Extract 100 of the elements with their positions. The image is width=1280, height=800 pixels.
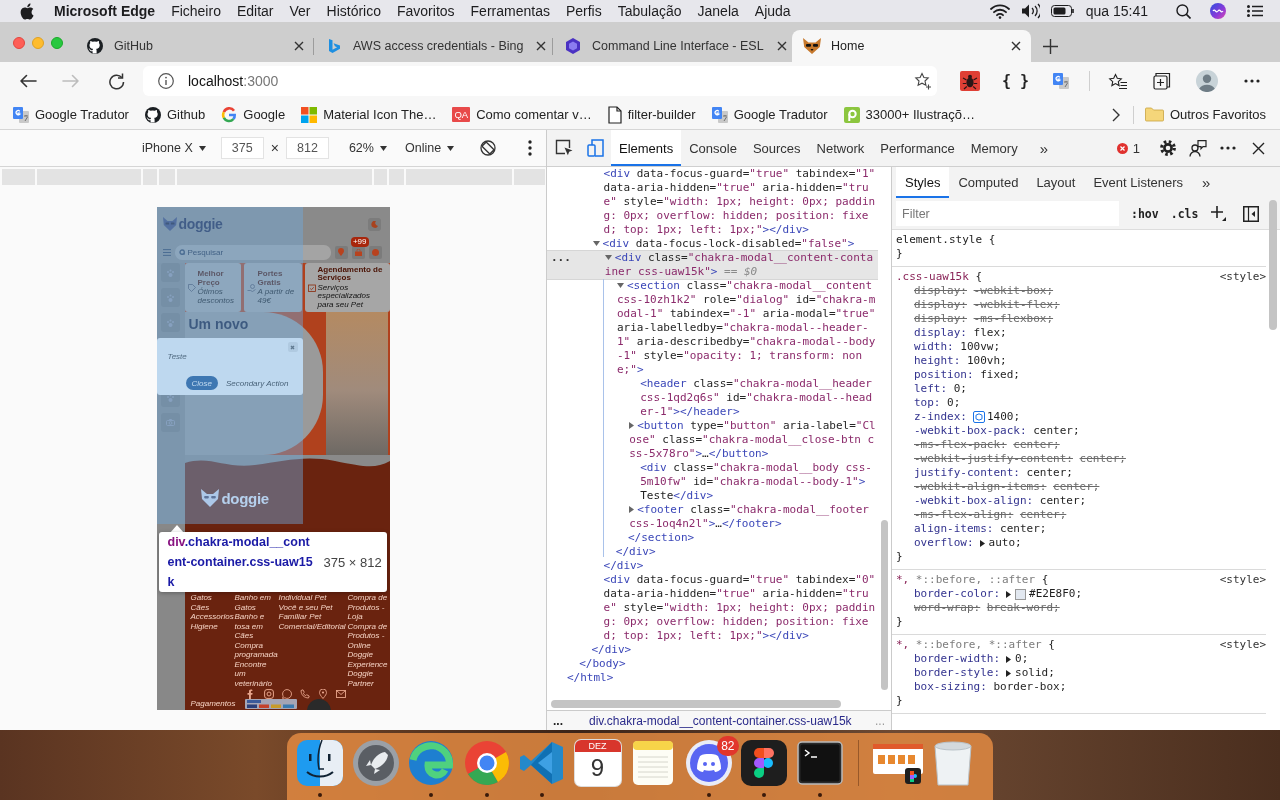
dom-closing-tag[interactable]: </div> xyxy=(547,643,878,657)
footer-link[interactable]: Banho em Gatos xyxy=(234,593,279,612)
bookmark-item[interactable]: QA Como comentar v… xyxy=(452,107,592,122)
footer-link[interactable]: Doggie Partner xyxy=(347,669,389,688)
css-declaration[interactable]: -webkit-box-pack: center; xyxy=(896,424,1266,438)
css-declaration[interactable]: width: 100vw; xyxy=(896,340,1266,354)
devtools-tab[interactable]: Network xyxy=(808,130,873,166)
more-options-button[interactable] xyxy=(525,137,535,159)
css-declaration[interactable]: position: fixed; xyxy=(896,368,1266,382)
devtools-tab[interactable]: Console xyxy=(681,130,745,166)
scrollbar-thumb[interactable] xyxy=(551,700,841,708)
rule-source-link[interactable]: <style> xyxy=(1219,573,1266,587)
calendar-icon[interactable]: DEZ 9 xyxy=(574,740,621,786)
info-icon[interactable] xyxy=(158,73,174,89)
bookmark-item[interactable]: Github xyxy=(144,106,206,123)
footer-link[interactable]: Doggie Experience xyxy=(347,650,389,669)
class-toggle-button[interactable]: .cls xyxy=(1170,206,1199,221)
bookmark-item[interactable]: Google Tradutor xyxy=(711,106,828,123)
css-declaration[interactable]: display: -ms-flexbox; xyxy=(896,312,1266,326)
mail-icon[interactable] xyxy=(335,689,346,699)
footer-link[interactable]: Cães xyxy=(190,602,235,612)
css-declaration[interactable]: border-width: 0; xyxy=(896,652,1266,666)
footer-link[interactable]: Higiene xyxy=(190,621,235,631)
footer-link[interactable]: Comercial/Editorial xyxy=(278,621,348,631)
footer-link[interactable]: Compra de Produtos - Online xyxy=(347,621,389,650)
css-declaration[interactable]: overflow: auto; xyxy=(896,536,1266,550)
dom-node[interactable]: <div data-focus-guard="true" tabindex="1" data-aria-hidden="true" aria-hidden="true" style="width: 1px; height: 0px; padding: 0px; overflow: hidden; position: fixed; top: 1px; left: 1px;"></div> xyxy=(547,167,878,237)
rocket-icon[interactable] xyxy=(352,740,399,786)
dom-closing-tag[interactable]: </html> xyxy=(547,671,878,685)
browser-tab[interactable]: AWS access credentials - Bing xyxy=(314,30,553,62)
footer-link[interactable]: Gatos xyxy=(190,593,235,603)
address-field[interactable]: localhost:3000 xyxy=(143,66,937,96)
dom-node[interactable]: <div class="chakra-modal__body css-5m10fw" id="chakra-modal--body-1"> Teste</div> xyxy=(547,461,878,503)
sidebar-tab[interactable]: Event Listeners xyxy=(1084,167,1193,198)
bookmark-folder[interactable]: Outros Favoritos xyxy=(1144,107,1266,122)
menu-item[interactable]: Tabulação xyxy=(617,3,682,19)
dom-node[interactable]: <div data-focus-guard="true" tabindex="0" data-aria-hidden="true" aria-hidden="true" style="width: 1px; height: 0px; padding: 0px; overflow: hidden; position: fixed; top: 1px; left: 1px;"></div> xyxy=(547,573,878,643)
trash-icon[interactable] xyxy=(932,740,974,786)
css-declaration[interactable]: -webkit-box-align: center; xyxy=(896,494,1266,508)
window-close-button[interactable] xyxy=(13,37,25,49)
modal-close-button[interactable] xyxy=(287,342,298,352)
footer-link[interactable]: Individual Pet xyxy=(278,593,348,603)
errors-button[interactable]: 1 xyxy=(1116,140,1140,156)
bookmark-item[interactable]: filter-builder xyxy=(607,105,696,124)
extension-button[interactable] xyxy=(958,69,982,93)
menu-item[interactable]: Favoritos xyxy=(397,3,455,19)
menu-item[interactable]: Perfis xyxy=(565,3,602,19)
devtools-tab[interactable]: Memory xyxy=(962,130,1026,166)
css-declaration[interactable]: border-style: solid; xyxy=(896,666,1266,680)
battery-icon[interactable] xyxy=(1050,5,1075,17)
list-icon[interactable] xyxy=(1247,5,1263,17)
sidebar-tab[interactable]: Layout xyxy=(1027,167,1085,198)
wifi-icon[interactable] xyxy=(989,3,1010,19)
dom-node[interactable]: <button type="button" aria-label="Close" class="chakra-modal__close-btn css-5x78ro">…</button> xyxy=(547,419,878,461)
devtools-tab[interactable]: Performance xyxy=(872,130,963,166)
siri-icon[interactable] xyxy=(1210,3,1226,19)
menu-item[interactable]: Ajuda xyxy=(754,3,791,19)
css-declaration[interactable]: left: 0; xyxy=(896,382,1266,396)
bookmark-item[interactable]: Material Icon The… xyxy=(301,106,437,123)
bookmark-item[interactable]: Google xyxy=(221,106,286,123)
dom-closing-tag[interactable]: </section> xyxy=(547,531,878,545)
dom-closing-tag[interactable]: </div> xyxy=(547,545,878,559)
more-tabs-button[interactable]: » xyxy=(1025,130,1056,166)
whatsapp-icon[interactable] xyxy=(281,689,292,699)
dom-node[interactable]: <section class="chakra-modal__content css-10zh1k2" role="dialog" id="chakra-modal-1" tabindex="-1" aria-modal="true" aria-labelledby="chakra-modal--header-1" aria-describedby="chakra-modal--body-1" style="opacity: 1; transform: none;"> xyxy=(547,279,878,377)
browser-tab[interactable]: Command Line Interface - ESL xyxy=(553,30,792,62)
css-declaration[interactable]: display: -webkit-box; xyxy=(896,284,1266,298)
css-declaration[interactable]: -webkit-align-items: center; xyxy=(896,480,1266,494)
profile-button[interactable] xyxy=(1194,68,1220,94)
css-declaration[interactable]: z-index: 1400; xyxy=(896,410,1266,424)
filter-field[interactable]: Filter xyxy=(896,201,1119,226)
footer-link[interactable]: Compra programada xyxy=(234,640,279,660)
sidebar-tab[interactable]: Computed xyxy=(949,167,1028,198)
controller-face-icon[interactable] xyxy=(685,740,732,786)
menu-item[interactable]: Janela xyxy=(697,3,739,19)
facebook-icon[interactable] xyxy=(245,689,256,699)
app-menu[interactable]: Microsoft Edge xyxy=(54,3,156,19)
dom-node[interactable]: <footer class="chakra-modal__footer css-1oq4n2l">…</footer> xyxy=(547,503,878,531)
css-declaration[interactable]: justify-content: center; xyxy=(896,466,1266,480)
dom-node[interactable]: <header class="chakra-modal__header css-1qd2q6s" id="chakra-modal--header-1"></header> xyxy=(547,377,878,419)
css-declaration[interactable]: -ms-flex-pack: center; xyxy=(896,438,1266,452)
bookmark-item[interactable]: 33000+ Ilustraçõ… xyxy=(843,106,976,123)
css-declaration[interactable]: border-color: #E2E8F0; xyxy=(896,587,1266,601)
css-declaration[interactable]: top: 0; xyxy=(896,396,1266,410)
menu-item[interactable]: Ver xyxy=(289,3,311,19)
notepad-icon[interactable] xyxy=(630,740,676,786)
footer-link[interactable]: Accessorios xyxy=(190,612,235,622)
sidebar-tab[interactable]: Styles xyxy=(896,167,950,198)
circle-segments-icon[interactable] xyxy=(463,740,510,786)
menu-item[interactable]: Ficheiro xyxy=(171,3,221,19)
css-declaration[interactable]: align-items: center; xyxy=(896,522,1266,536)
extension-button[interactable]: { } xyxy=(1002,69,1030,93)
rule-source-link[interactable]: <style> xyxy=(1219,270,1266,284)
secondary-action-button[interactable]: Secondary Action xyxy=(225,378,289,388)
node-actions-button[interactable]: ... xyxy=(551,251,571,265)
browser-tab[interactable]: GitHub xyxy=(75,30,314,62)
terminal-icon[interactable] xyxy=(796,740,843,786)
css-declaration[interactable]: height: 100vh; xyxy=(896,354,1266,368)
instagram-icon[interactable] xyxy=(263,689,274,699)
dom-closing-tag[interactable]: </body> xyxy=(547,657,878,671)
